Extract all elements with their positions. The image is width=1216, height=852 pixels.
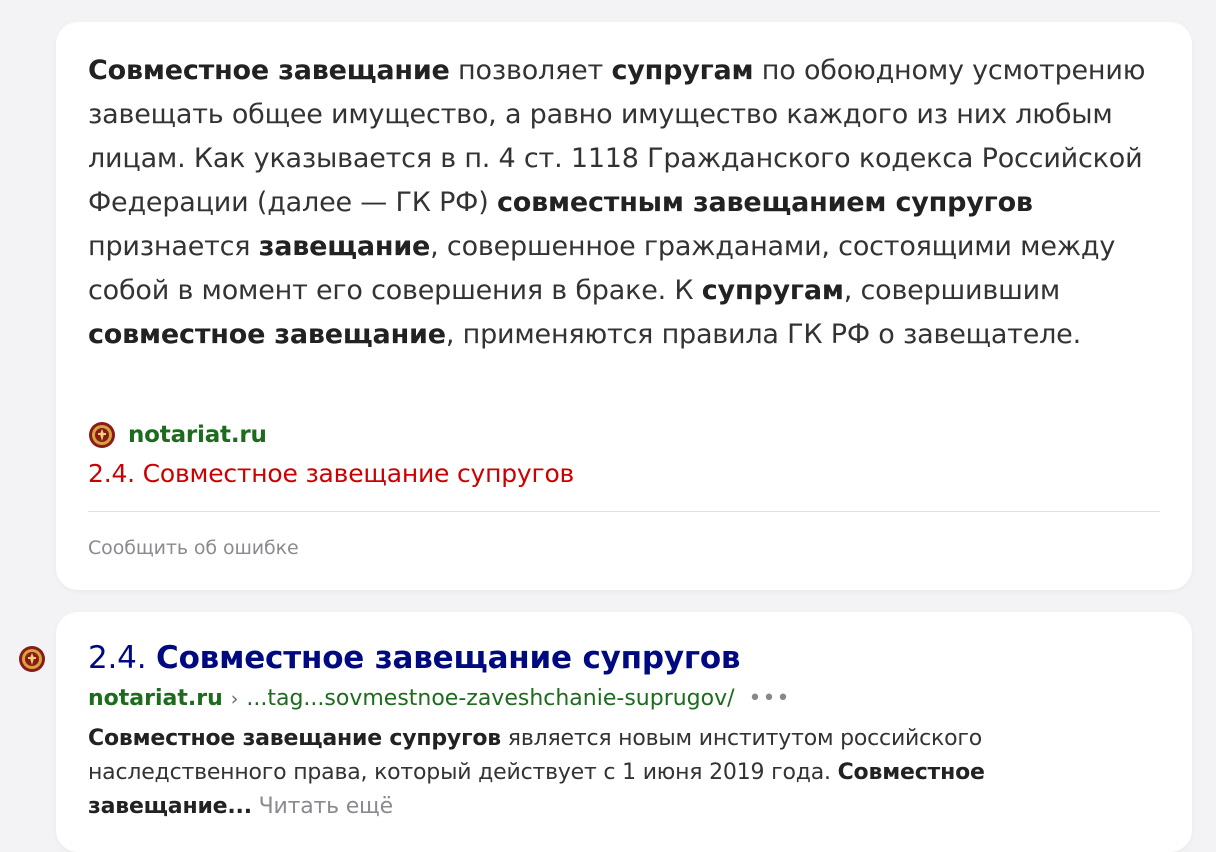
result-url-row: notariat.ru › ...tag...sovmestnoe-zavesh…: [88, 683, 790, 715]
answer-segment: позволяет: [449, 55, 612, 86]
more-options-icon[interactable]: •••: [749, 683, 791, 715]
answer-segment: , совершившим: [843, 275, 1061, 306]
answer-segment: совместным завещанием супругов: [496, 187, 1033, 218]
read-more-link[interactable]: Читать ещё: [259, 794, 393, 819]
notary-emblem-icon: [19, 646, 45, 672]
breadcrumb-separator-icon: ›: [230, 688, 239, 710]
answer-segment: совместное завещание: [88, 319, 446, 350]
answer-segment: супругам: [701, 275, 844, 306]
answer-source-title-link[interactable]: 2.4. Совместное завещание супругов: [88, 456, 574, 492]
answer-segment: , применяются правила ГК РФ о завещателе…: [445, 319, 1081, 350]
result-url-path[interactable]: ...tag...sovmestnoe-zaveshchanie-suprugo…: [246, 683, 734, 715]
result-snippet-text: Совместное завещание супругов является н…: [88, 726, 985, 819]
result-title-main[interactable]: Совместное завещание супругов: [156, 640, 741, 676]
quick-answer-card: Совместное завещание позволяет супругам …: [56, 22, 1192, 590]
result-title-link[interactable]: 2.4. Совместное завещание супругов: [88, 636, 741, 680]
divider: [88, 511, 1160, 512]
result-url-domain[interactable]: notariat.ru: [88, 683, 223, 715]
answer-segment: супругам: [611, 55, 754, 86]
answer-source-row[interactable]: notariat.ru: [88, 418, 267, 452]
search-result-card: 2.4. Совместное завещание супругов notar…: [56, 612, 1192, 852]
answer-text: Совместное завещание позволяет супругам …: [88, 49, 1168, 357]
notary-emblem-icon: [89, 422, 115, 448]
answer-segment: признается: [88, 231, 259, 262]
snippet-segment: Совместное завещание супругов: [88, 726, 502, 751]
result-snippet: Совместное завещание супругов является н…: [88, 722, 1148, 824]
answer-segment: завещание: [258, 231, 431, 262]
report-error-link[interactable]: Сообщить об ошибке: [88, 537, 299, 559]
answer-segment: Совместное завещание: [88, 55, 450, 86]
answer-source-domain[interactable]: notariat.ru: [128, 422, 267, 448]
result-title-number[interactable]: 2.4.: [88, 640, 147, 676]
